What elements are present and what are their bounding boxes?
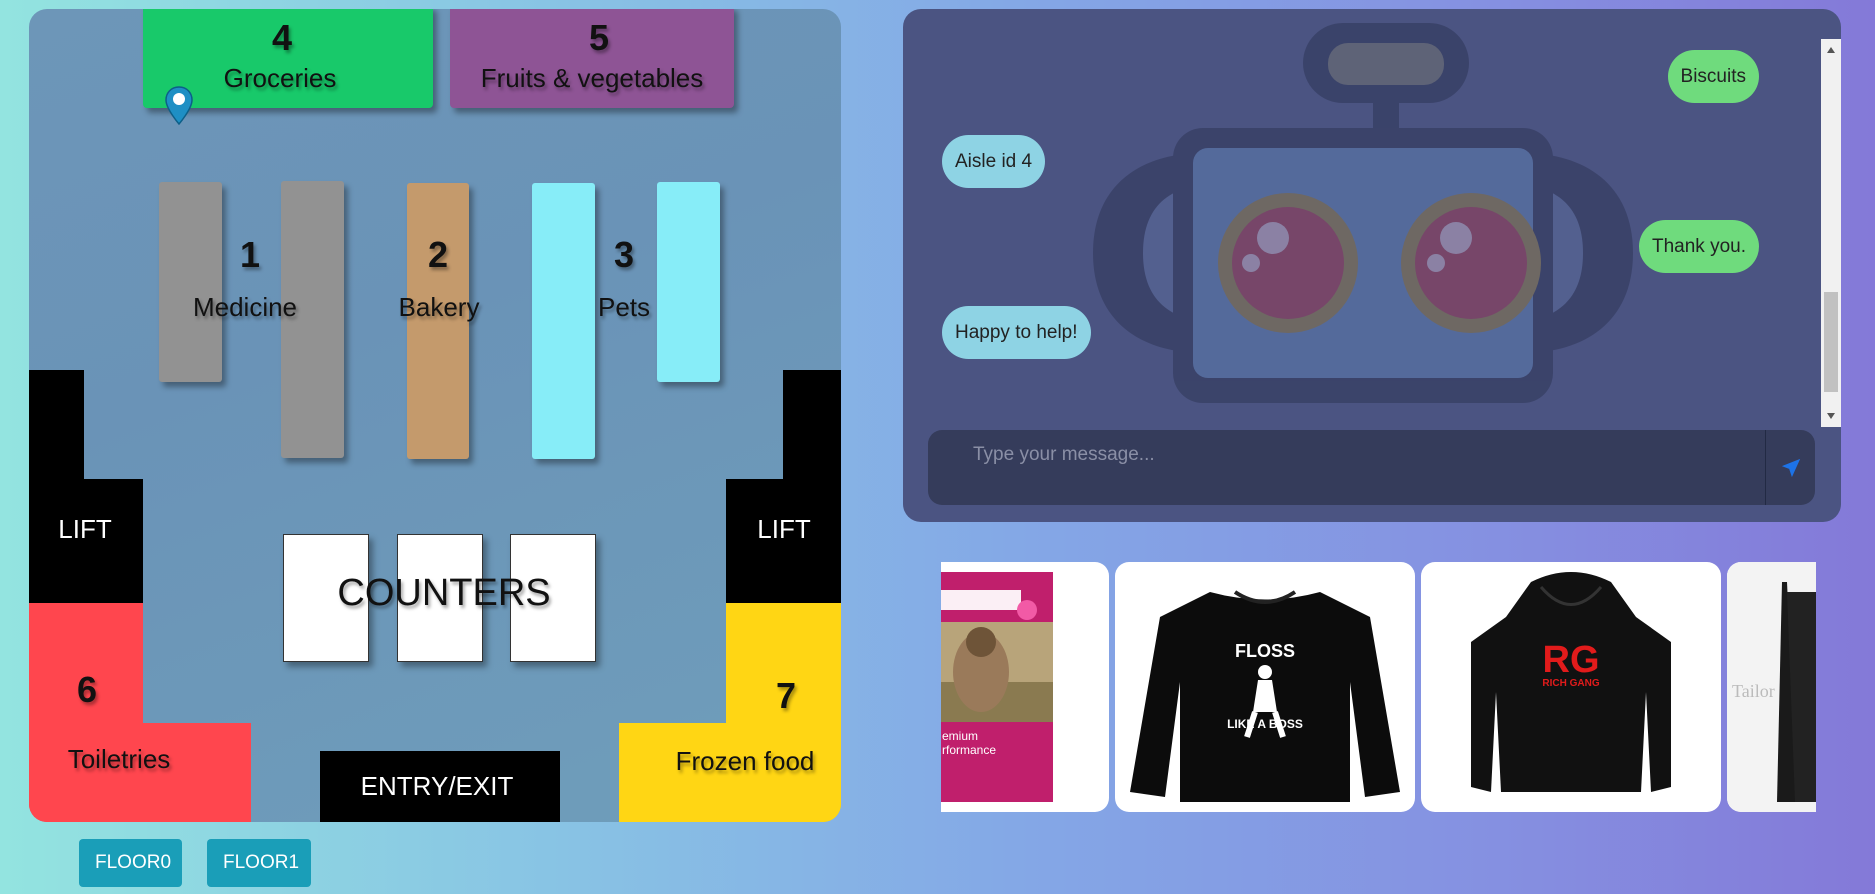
chat-scrollbar-thumb[interactable] (1824, 292, 1838, 392)
sweatshirt-line1: FLOSS (1235, 641, 1295, 661)
aisle-6-number: 6 (76, 669, 98, 710)
chat-message-user: Thank you. (1639, 220, 1759, 273)
aisle-7-number: 7 (775, 675, 797, 716)
sweatshirt-image: FLOSS LIKE A BOSS (1130, 590, 1400, 802)
send-button[interactable] (1766, 430, 1815, 505)
lift-left-upper (29, 370, 84, 480)
aisle-3-name: Pets (597, 292, 651, 322)
dog-food-text: emium (942, 729, 978, 743)
chat-message-bot: Aisle id 4 (942, 135, 1046, 188)
store-map: 4 Groceries 5 Fruits & vegetables 1 Medi… (29, 9, 841, 822)
chat-message-user: Biscuits (1667, 50, 1759, 103)
product-card[interactable]: emium rformance (941, 562, 1109, 812)
product-card[interactable]: Tailor (1727, 562, 1816, 812)
dog-food-text-2: rformance (942, 743, 996, 757)
aisle-2-number: 2 (427, 234, 449, 275)
aisle-5-number: 5 (588, 17, 610, 58)
aisle-1-name: Medicine (192, 292, 298, 322)
aisle-4-name: Groceries (223, 63, 337, 93)
aisle-5-name: Fruits & vegetables (480, 63, 704, 93)
floor1-button[interactable]: FLOOR1 (207, 839, 311, 887)
hoodie-logo: RG (1543, 639, 1600, 681)
chat-panel: Biscuits Aisle id 4 Thank you. Happy to … (903, 9, 1841, 522)
send-icon (1781, 458, 1801, 478)
chat-messages: Biscuits Aisle id 4 Thank you. Happy to … (903, 9, 1821, 414)
entry-exit-label: ENTRY/EXIT (360, 771, 514, 801)
lift-right-label: LIFT (757, 514, 811, 544)
aisle-2-name: Bakery (398, 292, 480, 322)
shirt-image: Tailor (1727, 562, 1816, 812)
aisle-3-number: 3 (613, 234, 635, 275)
product-card[interactable]: RG RICH GANG (1421, 562, 1721, 812)
counters-label: COUNTERS (337, 572, 551, 614)
aisle-6-name: Toiletries (67, 744, 171, 774)
dog-food-image: emium rformance (941, 572, 1053, 802)
product-card[interactable]: FLOSS LIKE A BOSS (1115, 562, 1415, 812)
product-carousel: emium rformance FLOSS LIKE A BOSS RG RIC… (941, 562, 1816, 812)
chat-message-input[interactable] (928, 430, 1766, 505)
scroll-down-arrow-icon[interactable] (1827, 413, 1835, 419)
aisle-1-number: 1 (239, 234, 261, 275)
hoodie-image: RG RICH GANG (1471, 572, 1671, 792)
chat-message-bot: Happy to help! (942, 306, 1091, 359)
shelf-pets-1[interactable] (532, 183, 595, 459)
aisle-4-number: 4 (271, 17, 293, 58)
shelf-medicine-1[interactable] (159, 182, 222, 382)
lift-left-label: LIFT (58, 514, 112, 544)
aisle-7-name: Frozen food (675, 746, 815, 776)
scroll-up-arrow-icon[interactable] (1827, 47, 1835, 53)
shelf-pets-2[interactable] (657, 182, 720, 382)
sweatshirt-line2: LIKE A BOSS (1227, 717, 1303, 731)
floor0-button[interactable]: FLOOR0 (79, 839, 182, 887)
chat-input-bar (928, 430, 1815, 505)
hoodie-sub: RICH GANG (1542, 678, 1599, 689)
shirt-watermark: Tailor (1732, 681, 1775, 701)
location-pin-icon (165, 86, 193, 126)
lift-right-upper (783, 370, 841, 480)
